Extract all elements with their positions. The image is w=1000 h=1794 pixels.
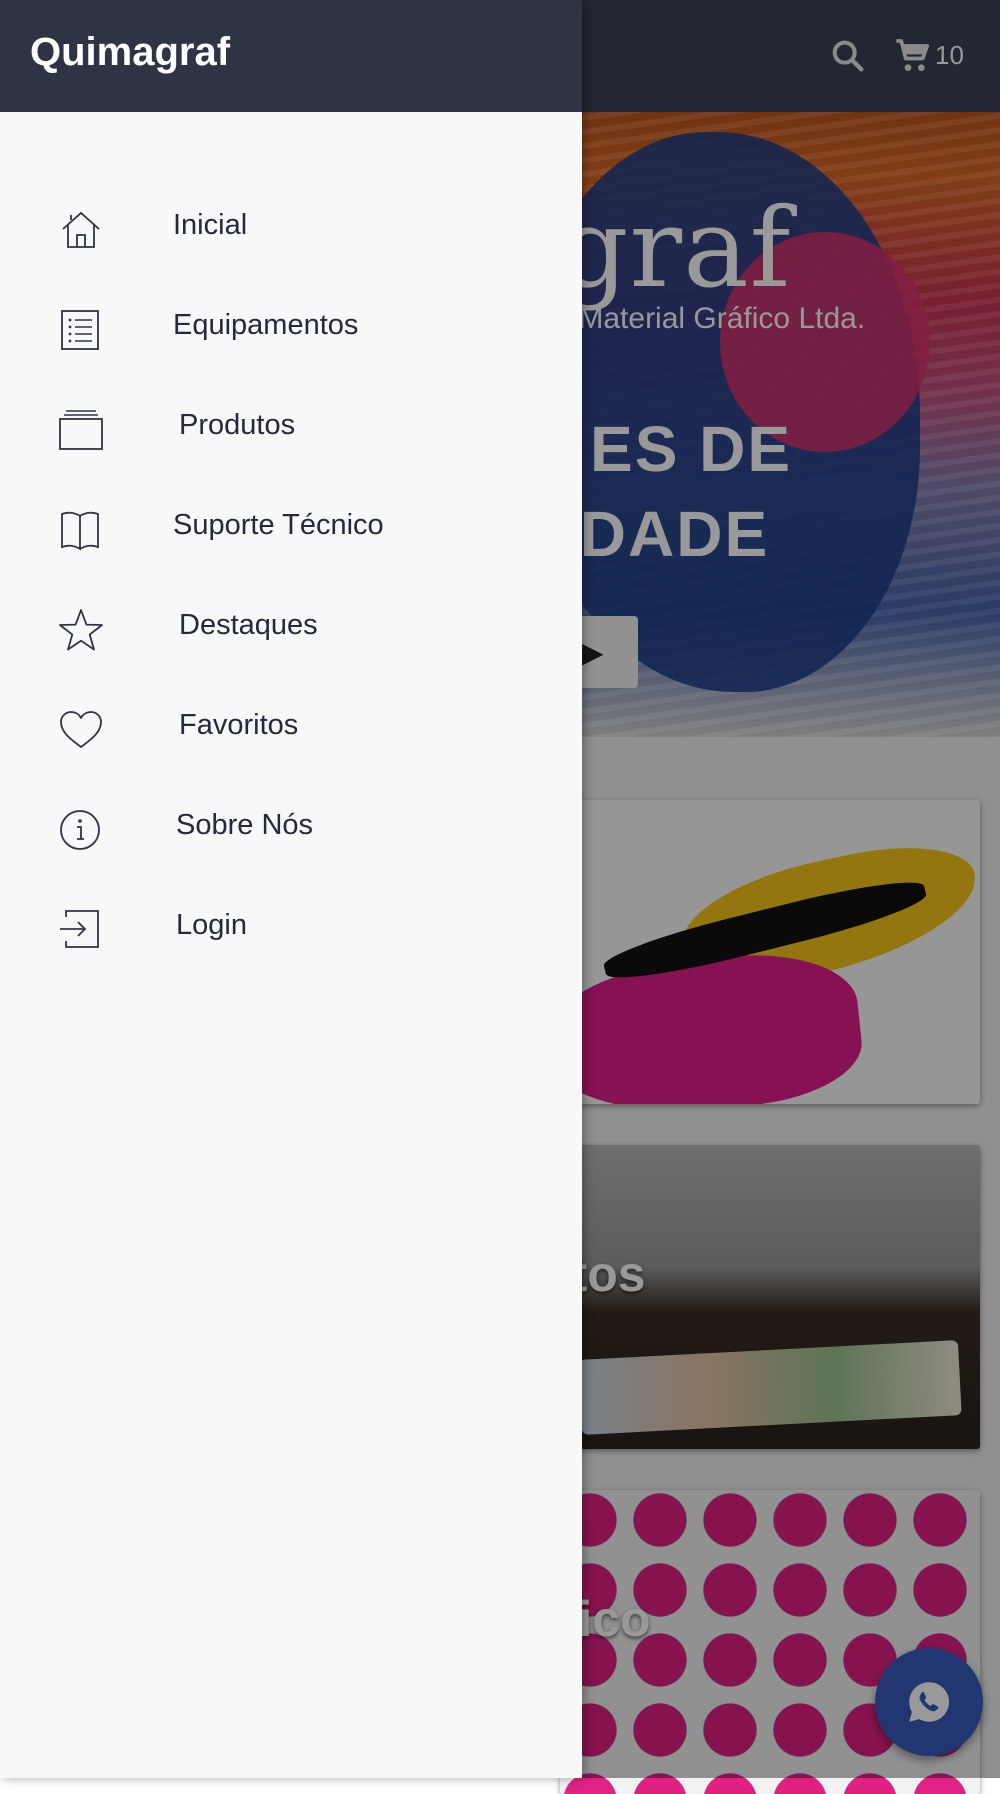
menu-item-equipamentos[interactable]: Equipamentos [0,279,582,379]
heart-icon [60,711,102,748]
menu-item-sobre-nos[interactable]: Sobre Nós [0,779,582,879]
menu-item-destaques[interactable]: Destaques [0,579,582,679]
menu-item-label: Suporte Técnico [173,509,384,541]
list-icon [61,310,99,350]
menu-item-label: Sobre Nós [176,809,314,841]
menu-item-label: Produtos [179,409,296,441]
layers-icon [59,410,103,450]
menu-item-favoritos[interactable]: Favoritos [0,679,582,779]
star-icon [59,609,103,651]
menu-item-inicial[interactable]: Inicial [0,179,582,279]
menu-item-label: Destaques [179,609,318,641]
drawer-header: Quimagraf [0,0,582,112]
menu-item-login[interactable]: Login [0,879,582,979]
info-icon [60,810,100,850]
menu-item-label: Favoritos [179,709,299,741]
menu-item-label: Equipamentos [173,309,359,341]
menu-item-suporte-tecnico[interactable]: Suporte Técnico [0,479,582,579]
login-icon [60,910,99,948]
navigation-drawer: Quimagraf Inicial Equipamentos Produtos [0,0,582,1778]
book-icon [61,511,99,551]
menu-item-produtos[interactable]: Produtos [0,379,582,479]
drawer-title: Quimagraf [30,30,231,74]
home-icon [62,211,100,248]
menu-item-label: Inicial [173,209,248,241]
menu-item-label: Login [176,909,247,941]
